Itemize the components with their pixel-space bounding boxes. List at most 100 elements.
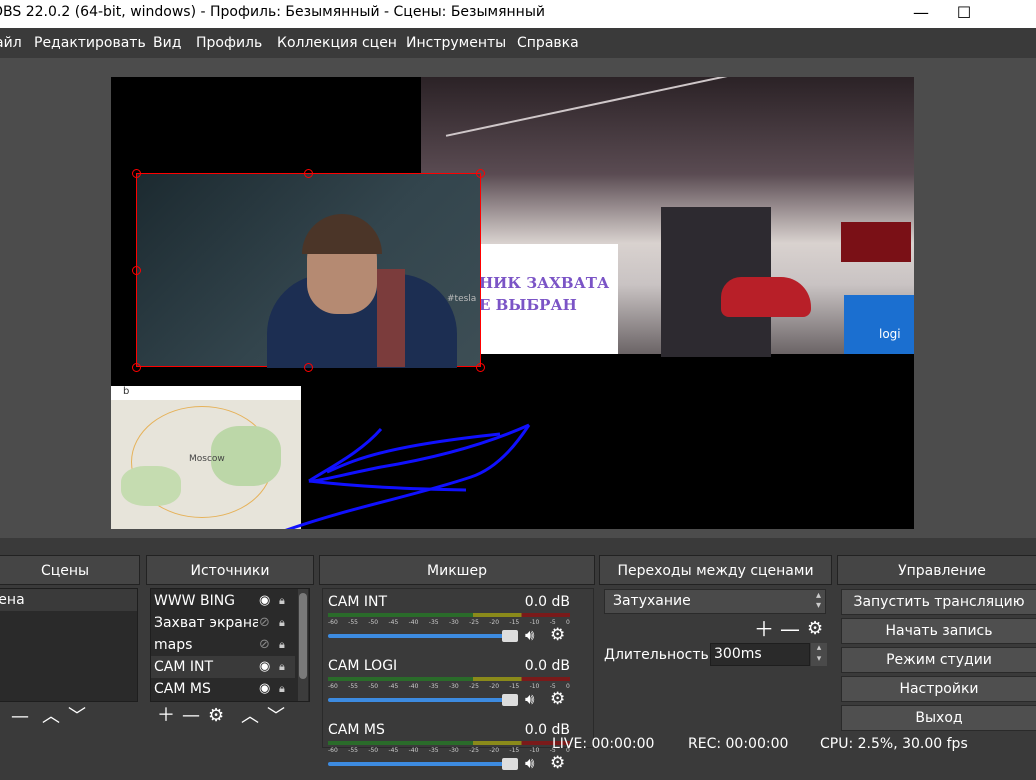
meter-tick-label: -35 bbox=[428, 619, 439, 626]
lock-icon[interactable]: 🔒︎ bbox=[279, 678, 285, 700]
meter-tick-label: -55 bbox=[348, 683, 358, 690]
source-item-label: CAM INT bbox=[154, 659, 214, 675]
menu-profile[interactable]: Профиль bbox=[196, 35, 262, 51]
add-source-button[interactable]: ＋ bbox=[157, 707, 175, 725]
remove-scene-button[interactable]: — bbox=[11, 708, 29, 726]
meter-tick-label: -40 bbox=[408, 683, 419, 690]
meter-tick-label: -15 bbox=[509, 747, 520, 754]
duration-label: Длительность bbox=[604, 647, 709, 663]
source-item[interactable]: maps ⊘ 🔒︎ bbox=[151, 634, 295, 656]
volume-slider[interactable] bbox=[328, 698, 504, 702]
meter-ticks: -60 -55 -50 -45 -40 -35 -30 -25 -20 -15 -10 -5 0 bbox=[328, 619, 570, 626]
maximize-button[interactable]: ☐ bbox=[941, 0, 987, 28]
meter-tick-label: -15 bbox=[509, 619, 520, 626]
status-rec: REC: 00:00:00 bbox=[688, 736, 789, 752]
meter-tick-label: -55 bbox=[348, 747, 358, 754]
meter-tick-label: 0 bbox=[566, 619, 570, 626]
updown-arrow-icon: ▴ ▾ bbox=[815, 590, 821, 611]
sources-scrollbar[interactable] bbox=[298, 589, 308, 701]
meter-tick-label: -20 bbox=[489, 747, 500, 754]
volume-slider-knob[interactable] bbox=[502, 630, 518, 642]
studio-mode-button[interactable]: Режим студии bbox=[841, 647, 1036, 673]
controls-header: Управление bbox=[837, 555, 1036, 585]
volume-slider-knob[interactable] bbox=[502, 758, 518, 770]
speaker-icon[interactable]: 🔊︎ bbox=[525, 626, 534, 644]
meter-tick-label: -25 bbox=[469, 747, 479, 754]
eye-hidden-icon[interactable]: ⊘ bbox=[259, 634, 270, 656]
meter-tick-label: -35 bbox=[428, 683, 439, 690]
transition-properties-gear-icon[interactable]: ⚙ bbox=[807, 620, 823, 638]
scenes-list[interactable]: Сцена bbox=[0, 588, 138, 702]
eye-icon[interactable]: ◉ bbox=[259, 590, 270, 612]
transition-select[interactable]: Затухание ▴ ▾ bbox=[604, 589, 826, 614]
lock-icon[interactable]: 🔒︎ bbox=[279, 590, 285, 612]
source-properties-gear-icon[interactable]: ⚙ bbox=[208, 707, 224, 725]
meter-tick-label: -20 bbox=[489, 683, 500, 690]
lock-icon[interactable]: 🔒︎ bbox=[279, 656, 285, 678]
menu-help[interactable]: Справка bbox=[517, 35, 579, 51]
remove-transition-button[interactable]: — bbox=[780, 619, 800, 639]
drawing-overlay bbox=[285, 423, 531, 529]
transitions-header: Переходы между сценами bbox=[599, 555, 832, 585]
meter-tick-label: -20 bbox=[489, 619, 500, 626]
move-scene-down-button[interactable]: ﹀ bbox=[68, 708, 86, 726]
source-item-label: CAM MS bbox=[154, 681, 211, 697]
duration-stepper[interactable]: ▴ ▾ bbox=[811, 643, 827, 666]
duration-input[interactable]: 300ms bbox=[710, 643, 810, 666]
meter-tick-label: -50 bbox=[368, 619, 379, 626]
meter-tick-label: -50 bbox=[368, 747, 379, 754]
volume-slider[interactable] bbox=[328, 634, 504, 638]
lock-icon[interactable]: 🔒︎ bbox=[279, 612, 285, 634]
eye-icon[interactable]: ◉ bbox=[259, 678, 270, 700]
mixer-track-name: CAM INT bbox=[328, 594, 388, 610]
settings-button[interactable]: Настройки bbox=[841, 676, 1036, 702]
menu-file[interactable]: Файл bbox=[0, 35, 22, 51]
menu-view[interactable]: Вид bbox=[153, 35, 181, 51]
volume-slider[interactable] bbox=[328, 762, 504, 766]
gear-icon[interactable]: ⚙ bbox=[550, 689, 565, 709]
source-item[interactable]: CAM INT ◉ 🔒︎ bbox=[151, 656, 295, 678]
meter-tick-label: -25 bbox=[469, 619, 479, 626]
minimize-button[interactable]: — bbox=[898, 0, 944, 28]
status-cpu: CPU: 2.5%, 30.00 fps bbox=[820, 736, 968, 752]
menu-scene-collection[interactable]: Коллекция сцен bbox=[277, 35, 397, 51]
sources-header: Источники bbox=[146, 555, 314, 585]
preview-canvas[interactable]: logi НИК ЗАХВАТА Е ВЫБРАН #tesla b Mosco… bbox=[111, 77, 914, 529]
exit-button[interactable]: Выход bbox=[841, 705, 1036, 731]
volume-meter bbox=[328, 741, 570, 745]
move-source-down-button[interactable]: ﹀ bbox=[267, 708, 285, 726]
menu-tools[interactable]: Инструменты bbox=[406, 35, 506, 51]
start-recording-button[interactable]: Начать запись bbox=[841, 618, 1036, 644]
speaker-icon[interactable]: 🔊︎ bbox=[525, 754, 534, 772]
lock-icon[interactable]: 🔒︎ bbox=[279, 634, 285, 656]
menu-bar: Файл Редактировать Вид Профиль Коллекция… bbox=[0, 30, 1036, 58]
source-item-label: Захват экрана bbox=[154, 615, 258, 631]
source-item[interactable]: CAM MS ◉ 🔒︎ bbox=[151, 678, 295, 700]
move-source-up-button[interactable]: ︿ bbox=[241, 708, 259, 726]
scene-item[interactable]: Сцена bbox=[0, 589, 137, 611]
move-scene-up-button[interactable]: ︿ bbox=[42, 708, 60, 726]
meter-tick-label: -35 bbox=[428, 747, 439, 754]
meter-tick-label: -60 bbox=[328, 619, 338, 626]
volume-slider-knob[interactable] bbox=[502, 694, 518, 706]
meter-tick-label: -25 bbox=[469, 683, 479, 690]
meter-tick-label: -60 bbox=[328, 747, 338, 754]
mixer-track-db: 0.0 dB bbox=[524, 594, 570, 610]
remove-source-button[interactable]: — bbox=[182, 707, 200, 725]
speaker-icon[interactable]: 🔊︎ bbox=[525, 690, 534, 708]
menu-edit[interactable]: Редактировать bbox=[34, 35, 146, 51]
source-item-label: WWW BING bbox=[154, 593, 236, 609]
meter-tick-label: -45 bbox=[388, 683, 399, 690]
meter-tick-label: -30 bbox=[448, 619, 459, 626]
source-item[interactable]: Захват экрана ⊘ 🔒︎ bbox=[151, 612, 295, 634]
gear-icon[interactable]: ⚙ bbox=[550, 753, 565, 773]
source-item[interactable]: WWW BING ◉ 🔒︎ bbox=[151, 590, 295, 612]
meter-tick-label: -55 bbox=[348, 619, 358, 626]
eye-icon[interactable]: ◉ bbox=[259, 656, 270, 678]
add-transition-button[interactable]: ＋ bbox=[754, 619, 774, 639]
gear-icon[interactable]: ⚙ bbox=[550, 625, 565, 645]
start-streaming-button[interactable]: Запустить трансляцию bbox=[841, 589, 1036, 615]
transition-selected-value: Затухание bbox=[613, 593, 691, 609]
eye-hidden-icon[interactable]: ⊘ bbox=[259, 612, 270, 634]
mixer-track: CAM INT 0.0 dB -60 -55 -50 -45 -40 -35 -30 -25 -20… bbox=[324, 592, 574, 652]
